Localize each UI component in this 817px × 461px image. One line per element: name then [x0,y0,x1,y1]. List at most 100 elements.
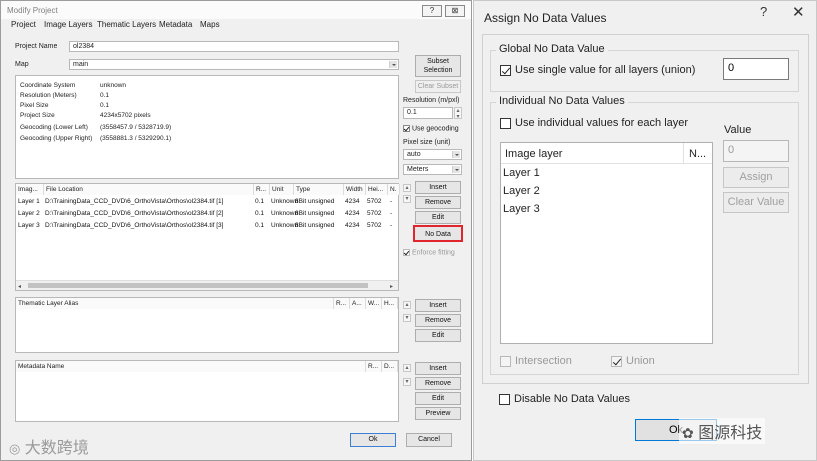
nodata-cell: - [390,210,393,217]
list-item[interactable]: Layer 2 [503,185,540,197]
unit-value: Meters [407,166,429,173]
type-cell: 8Bit unsigned [295,222,335,229]
pixel-size-label: Pixel size (unit) [403,139,451,146]
column-header[interactable]: Width [344,184,366,195]
move-up-icon[interactable]: ▴ [403,301,411,309]
help-icon[interactable]: ? [760,4,767,19]
move-up-icon[interactable]: ▴ [403,184,411,192]
watermark: ✿ 图源科技 [679,418,766,444]
info-key: Resolution (Meters) [20,92,77,99]
project-info-panel: Coordinate System unknown Resolution (Me… [15,75,399,179]
move-up-icon[interactable]: ▴ [403,364,411,372]
column-header[interactable]: R... [366,361,382,372]
resolution-label: Resolution (m/pxl) [403,97,460,104]
ok-button[interactable]: Ok [350,433,396,447]
column-header[interactable]: Metadata Name [16,361,366,372]
layer-cell: Layer 1 [18,198,40,205]
column-header[interactable]: H... [382,298,398,309]
type-cell: 8Bit unsigned [295,198,335,205]
column-header[interactable]: Thematic Layer Alias [16,298,334,309]
close-icon[interactable]: ✕ [792,3,805,21]
enforce-fitting-label: Enforce fitting [412,249,455,257]
thematic-remove-button[interactable]: Remove [415,314,461,327]
metadata-insert-button[interactable]: Insert [415,362,461,375]
watermark-text: 图源科技 [698,425,763,442]
pixel-size-select[interactable]: auto [403,149,462,160]
column-header-label: Image layer [505,148,563,160]
table-row[interactable]: Layer 1 D:\TrainingData_CCD_DVD\6_OrthoV… [16,197,398,208]
layer-insert-button[interactable]: Insert [415,181,461,194]
thematic-edit-button[interactable]: Edit [415,329,461,342]
column-header[interactable]: D... [382,361,398,372]
help-button[interactable]: ? [422,5,442,17]
res-cell: 0.1 [255,210,265,217]
column-header[interactable]: Unit [270,184,294,195]
metadata-remove-button[interactable]: Remove [415,377,461,390]
global-group: Global No Data Value Use single value fo… [490,43,799,92]
column-header[interactable]: Imag... [16,184,44,195]
scrollbar-thumb[interactable] [28,283,368,288]
column-header[interactable]: Hei... [366,184,388,195]
menu-bar: Project Image Layers Thematic Layers Met… [1,19,471,32]
unit-select[interactable]: Meters [403,164,462,175]
project-name-input[interactable]: ol2384 [69,41,399,52]
nodata-cell: - [390,222,393,229]
subset-selection-button[interactable]: Subset Selection [415,55,461,77]
list-item[interactable]: Layer 1 [503,167,540,179]
global-value-input[interactable]: 0 [723,58,789,80]
table-row[interactable]: Layer 2 D:\TrainingData_CCD_DVD\6_OrthoV… [16,209,398,220]
column-header[interactable]: W... [366,298,382,309]
metadata-preview-button[interactable]: Preview [415,407,461,420]
type-cell: 8Bit unsigned [295,210,335,217]
column-header[interactable]: Image layer [501,143,684,164]
horizontal-scrollbar[interactable]: ◂ ▸ [16,280,398,290]
layer-edit-button[interactable]: Edit [415,211,461,224]
menu-metadata[interactable]: Metadata [159,20,192,29]
use-geocoding-label: Use geocoding [412,125,459,133]
table-row[interactable]: Layer 3 D:\TrainingData_CCD_DVD\6_OrthoV… [16,221,398,232]
value-label: Value [724,124,752,136]
use-geocoding-option[interactable]: Use geocoding [403,125,459,132]
menu-maps[interactable]: Maps [200,20,220,29]
layer-remove-button[interactable]: Remove [415,196,461,209]
cancel-button[interactable]: Cancel [406,433,452,447]
resolution-input[interactable]: 0.1 [403,107,453,119]
chevron-down-icon [452,166,460,173]
column-header[interactable]: R... [334,298,350,309]
map-label: Map [15,61,29,68]
resolution-stepper[interactable]: ▴ ▾ [454,107,462,120]
menu-image-layers[interactable]: Image Layers [44,20,92,29]
list-item[interactable]: Layer 3 [503,203,540,215]
info-key: Project Size [20,112,55,119]
move-down-icon[interactable]: ▾ [403,195,411,203]
no-data-button[interactable]: No Data [413,225,463,242]
thematic-insert-button[interactable]: Insert [415,299,461,312]
info-value: 4234x5702 pixels [100,112,151,119]
scroll-left-icon[interactable]: ◂ [18,283,21,290]
file-cell: D:\TrainingData_CCD_DVD\6_OrthoVista\Ort… [45,198,224,205]
column-header[interactable]: A... [350,298,366,309]
disable-no-data-checkbox[interactable] [499,394,510,405]
column-header[interactable]: N... [684,143,712,164]
watermark-text: 大数跨境 [24,440,89,457]
menu-thematic-layers[interactable]: Thematic Layers [97,20,156,29]
image-layers-table: Imag... File Location R... Unit Type Wid… [15,183,400,291]
metadata-edit-button[interactable]: Edit [415,392,461,405]
column-header[interactable]: N. [388,184,400,195]
single-value-checkbox[interactable] [500,65,511,76]
use-geocoding-checkbox[interactable] [403,125,410,132]
individual-values-checkbox[interactable] [500,118,511,129]
weibo-logo-icon: ◎ [9,441,21,456]
close-button[interactable]: ⊠ [445,5,465,17]
column-header[interactable]: File Location [44,184,254,195]
column-header[interactable]: R... [254,184,270,195]
scroll-right-icon[interactable]: ▸ [390,283,393,290]
column-header[interactable]: Type [294,184,344,195]
res-cell: 0.1 [255,222,265,229]
menu-project[interactable]: Project [11,20,36,29]
watermark: ◎ 大数跨境 [9,434,89,458]
union-label: Union [626,355,655,367]
move-down-icon[interactable]: ▾ [403,378,411,386]
map-select[interactable]: main [69,59,399,70]
move-down-icon[interactable]: ▾ [403,314,411,322]
